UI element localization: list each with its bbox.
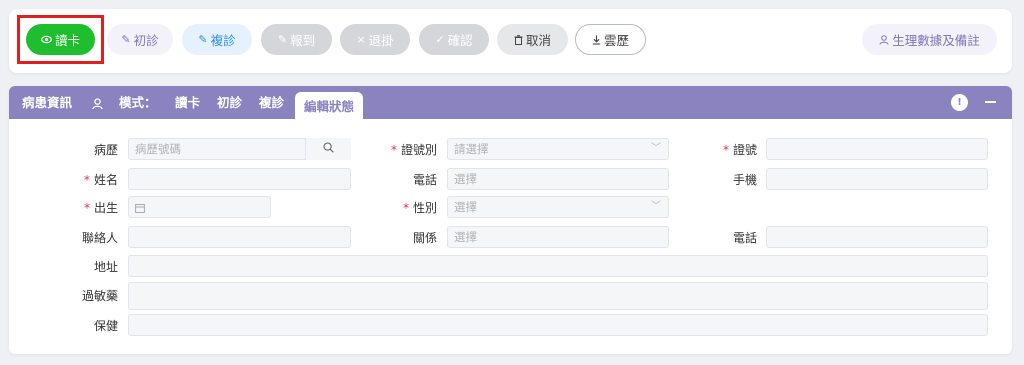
vital-signs-button[interactable]: 生理數據及備註: [862, 24, 997, 55]
report-label: 報到: [290, 33, 316, 48]
patient-info-panel: 病患資訊 模式： 讀卡 初診 複診 編輯狀態 ! 病歷 病歷號碼 * 證號別 請選…: [9, 86, 1012, 354]
gender-placeholder: 選擇: [454, 200, 477, 214]
mode-first-visit[interactable]: 初診: [217, 86, 242, 119]
first-visit-button[interactable]: ✎ 初診: [107, 24, 173, 55]
edit-icon: ✎: [198, 33, 208, 46]
search-icon: [323, 142, 334, 156]
contact-phone-input[interactable]: [766, 226, 988, 248]
gender-label: * 性別: [402, 201, 437, 215]
name-input[interactable]: [128, 168, 351, 190]
name-label: * 姓名: [83, 173, 118, 187]
minimize-icon[interactable]: [985, 101, 996, 103]
mode-read-card[interactable]: 讀卡: [175, 86, 200, 119]
vital-signs-label: 生理數據及備註: [892, 33, 980, 48]
relation-placeholder: 選擇: [454, 230, 477, 244]
phone-placeholder: 選擇: [454, 172, 477, 186]
withdraw-label: 退掛: [368, 33, 394, 48]
withdraw-button[interactable]: × 退掛: [340, 24, 410, 55]
cloud-history-button[interactable]: 雲歷: [575, 24, 646, 55]
check-icon: ✓: [435, 33, 445, 46]
tab-edit-status[interactable]: 編輯狀態: [295, 92, 363, 119]
mode-revisit[interactable]: 複診: [259, 86, 284, 119]
report-button[interactable]: ✎ 報到: [261, 24, 332, 55]
insurance-label: 保健: [93, 319, 118, 333]
read-card-label: 讀卡: [54, 33, 80, 48]
cloud-history-label: 雲歷: [603, 33, 629, 48]
id-type-select[interactable]: 請選擇 ﹀: [447, 138, 669, 160]
chevron-down-icon: ﹀: [651, 143, 661, 154]
chevron-down-icon: ﹀: [651, 201, 661, 212]
edit-icon: ✎: [277, 33, 288, 46]
edit-icon: ✎: [121, 33, 131, 46]
eye-icon: [41, 35, 52, 44]
relation-label: 關係: [412, 231, 437, 245]
id-type-label: * 證號別: [390, 143, 437, 157]
gender-select[interactable]: 選擇 ﹀: [447, 196, 669, 218]
contact-input[interactable]: [128, 226, 351, 248]
contact-label: 聯絡人: [81, 231, 118, 245]
birth-label: * 出生: [83, 201, 118, 215]
insurance-input[interactable]: [128, 314, 988, 336]
allergy-input[interactable]: [128, 282, 988, 310]
action-toolbar: 讀卡 ✎ 初診 ✎ 複診 ✎ 報到 × 退掛 ✓ 確認 取消 雲歷 生理數據及備…: [9, 9, 1012, 73]
cancel-button[interactable]: 取消: [497, 24, 568, 55]
id-no-label: * 證號: [722, 143, 757, 157]
close-icon: ×: [356, 33, 366, 46]
confirm-label: 確認: [447, 33, 473, 48]
confirm-button[interactable]: ✓ 確認: [419, 24, 489, 55]
panel-header: 病患資訊 模式： 讀卡 初診 複診 編輯狀態 !: [9, 86, 1012, 119]
info-icon[interactable]: !: [951, 94, 968, 111]
address-input[interactable]: [128, 255, 988, 277]
birth-date-input[interactable]: [128, 196, 271, 218]
mode-label: 模式：: [119, 95, 157, 110]
panel-title: 病患資訊: [22, 95, 73, 110]
id-no-input[interactable]: [766, 138, 988, 160]
user-icon: [92, 86, 103, 119]
history-placeholder: 病歷號碼: [135, 142, 181, 156]
trash-icon: [514, 34, 523, 45]
read-card-button[interactable]: 讀卡: [26, 24, 95, 55]
revisit-button[interactable]: ✎ 複診: [182, 24, 252, 55]
relation-input[interactable]: 選擇: [447, 226, 669, 248]
address-label: 地址: [93, 260, 118, 274]
revisit-label: 複診: [210, 33, 236, 48]
cancel-label: 取消: [525, 33, 551, 48]
user-icon: [879, 34, 889, 45]
history-label: 病歷: [93, 143, 118, 157]
download-icon: [592, 35, 601, 45]
id-type-placeholder: 請選擇: [454, 142, 489, 156]
history-search-button[interactable]: [305, 138, 351, 160]
contact-phone-label: 電話: [732, 231, 757, 245]
allergy-label: 過敏藥: [81, 289, 118, 303]
phone-label: 電話: [412, 173, 437, 187]
first-visit-label: 初診: [133, 33, 159, 48]
phone-input[interactable]: 選擇: [447, 168, 669, 190]
calendar-icon: [135, 200, 145, 214]
mobile-input[interactable]: [766, 168, 988, 190]
mobile-label: 手機: [732, 173, 757, 187]
